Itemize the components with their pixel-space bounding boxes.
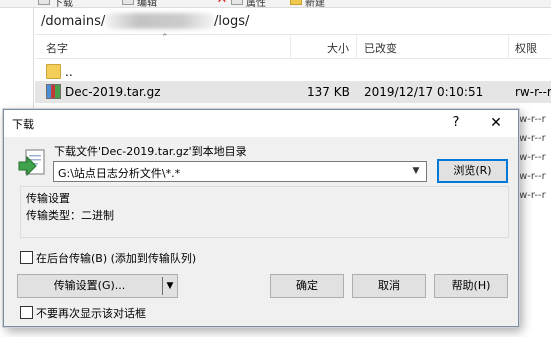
toolbar-new-button[interactable]: 新建 (290, 0, 325, 7)
properties-icon (231, 0, 243, 5)
toolbar-properties-label: 属性 (246, 0, 266, 8)
browse-button[interactable]: 浏览(R) (437, 159, 508, 183)
delete-icon: ✕ (216, 0, 228, 6)
dialog-titlebar[interactable]: 下载 ? ✕ (4, 110, 518, 137)
parent-folder-icon (46, 64, 61, 79)
toolbar-properties-button[interactable]: ✕ 属性 (216, 0, 266, 7)
column-divider[interactable] (290, 35, 291, 59)
archive-icon (46, 84, 61, 99)
column-divider[interactable] (356, 35, 357, 59)
transfer-settings-group: 传输设置 传输类型：二进制 (20, 186, 509, 238)
download-file-icon (18, 149, 45, 177)
toolbar-edit-label: 编辑 (137, 0, 157, 8)
transfer-settings-label[interactable]: 传输设置(G)... (18, 275, 161, 297)
transfer-settings-split-button[interactable]: 传输设置(G)... ▼ (17, 274, 178, 298)
path-prefix: /domains/ (41, 14, 106, 29)
dialog-title: 下载 (12, 118, 34, 131)
column-permissions[interactable]: 权限 (515, 40, 537, 56)
chevron-down-icon[interactable]: ▼ (408, 163, 424, 180)
destination-value: G:\站点日志分析文件\*.* (58, 167, 181, 180)
redacted-path-segment (105, 13, 215, 29)
download-dialog: 下载 ? ✕ 下载文件'Dec-2019.tar.gz'到本地目录 G:\站点日… (3, 109, 519, 327)
background-transfer-label: 在后台传输(B) (添加到传输队列) (36, 252, 197, 265)
column-size[interactable]: 大小 (327, 40, 349, 56)
dont-show-again-label: 不要再次显示该对话框 (36, 307, 146, 320)
file-name: .. (65, 65, 73, 79)
file-size: 137 KB (307, 85, 350, 99)
file-modified: 2019/12/17 0:10:51 (364, 85, 484, 99)
help-icon[interactable]: ? (446, 113, 466, 133)
file-permissions: rw-r--r (515, 152, 546, 163)
dont-show-again-checkbox[interactable]: 不要再次显示该对话框 (20, 305, 146, 321)
file-permissions: rw-r--r (515, 190, 546, 201)
close-icon[interactable]: ✕ (485, 113, 507, 133)
destination-combobox[interactable]: G:\站点日志分析文件\*.* ▼ (53, 161, 427, 182)
file-name: Dec-2019.tar.gz (65, 85, 161, 99)
toolbar: 下载 编辑 ✕ 属性 新建 (0, 0, 551, 8)
file-row-parent[interactable]: .. (35, 61, 551, 83)
background-transfer-checkbox[interactable]: 在后台传输(B) (添加到传输队列) (20, 250, 196, 266)
column-name[interactable]: 名字 (46, 40, 68, 56)
path-bar[interactable]: /domains/ /logs/ (35, 8, 551, 35)
file-permissions: rw-r--r (515, 133, 546, 144)
group-title: 传输设置 (26, 190, 70, 206)
sort-ascending-icon: ⌃ (161, 33, 169, 43)
toolbar-edit-button[interactable]: 编辑 (122, 0, 157, 7)
toolbar-download-label: 下载 (53, 0, 73, 8)
column-divider[interactable] (508, 35, 509, 59)
path-suffix: /logs/ (214, 14, 250, 29)
cancel-button[interactable]: 取消 (352, 274, 426, 298)
toolbar-download-button[interactable]: 下载 (38, 0, 73, 7)
file-permissions: rw-r--r (515, 171, 546, 182)
ok-button[interactable]: 确定 (270, 274, 344, 298)
checkbox-box[interactable] (20, 251, 33, 264)
checkbox-box[interactable] (20, 306, 33, 319)
download-message: 下载文件'Dec-2019.tar.gz'到本地目录 (54, 145, 247, 158)
file-permissions: rw-r--r (515, 114, 546, 125)
left-pane[interactable] (0, 8, 34, 110)
file-permissions: rw-r--r (515, 85, 551, 99)
toolbar-new-label: 新建 (305, 0, 325, 8)
file-list-header: ⌃ 名字 大小 已改变 权限 (35, 33, 551, 59)
transfer-type: 传输类型：二进制 (26, 209, 114, 222)
dropdown-arrow-icon[interactable]: ▼ (163, 275, 177, 297)
document-icon (38, 0, 50, 5)
column-modified[interactable]: 已改变 (364, 40, 397, 56)
edit-icon (122, 0, 134, 5)
file-row[interactable]: Dec-2019.tar.gz 137 KB 2019/12/17 0:10:5… (35, 81, 551, 103)
new-folder-icon (290, 0, 302, 5)
help-button[interactable]: 帮助(H) (434, 274, 508, 298)
